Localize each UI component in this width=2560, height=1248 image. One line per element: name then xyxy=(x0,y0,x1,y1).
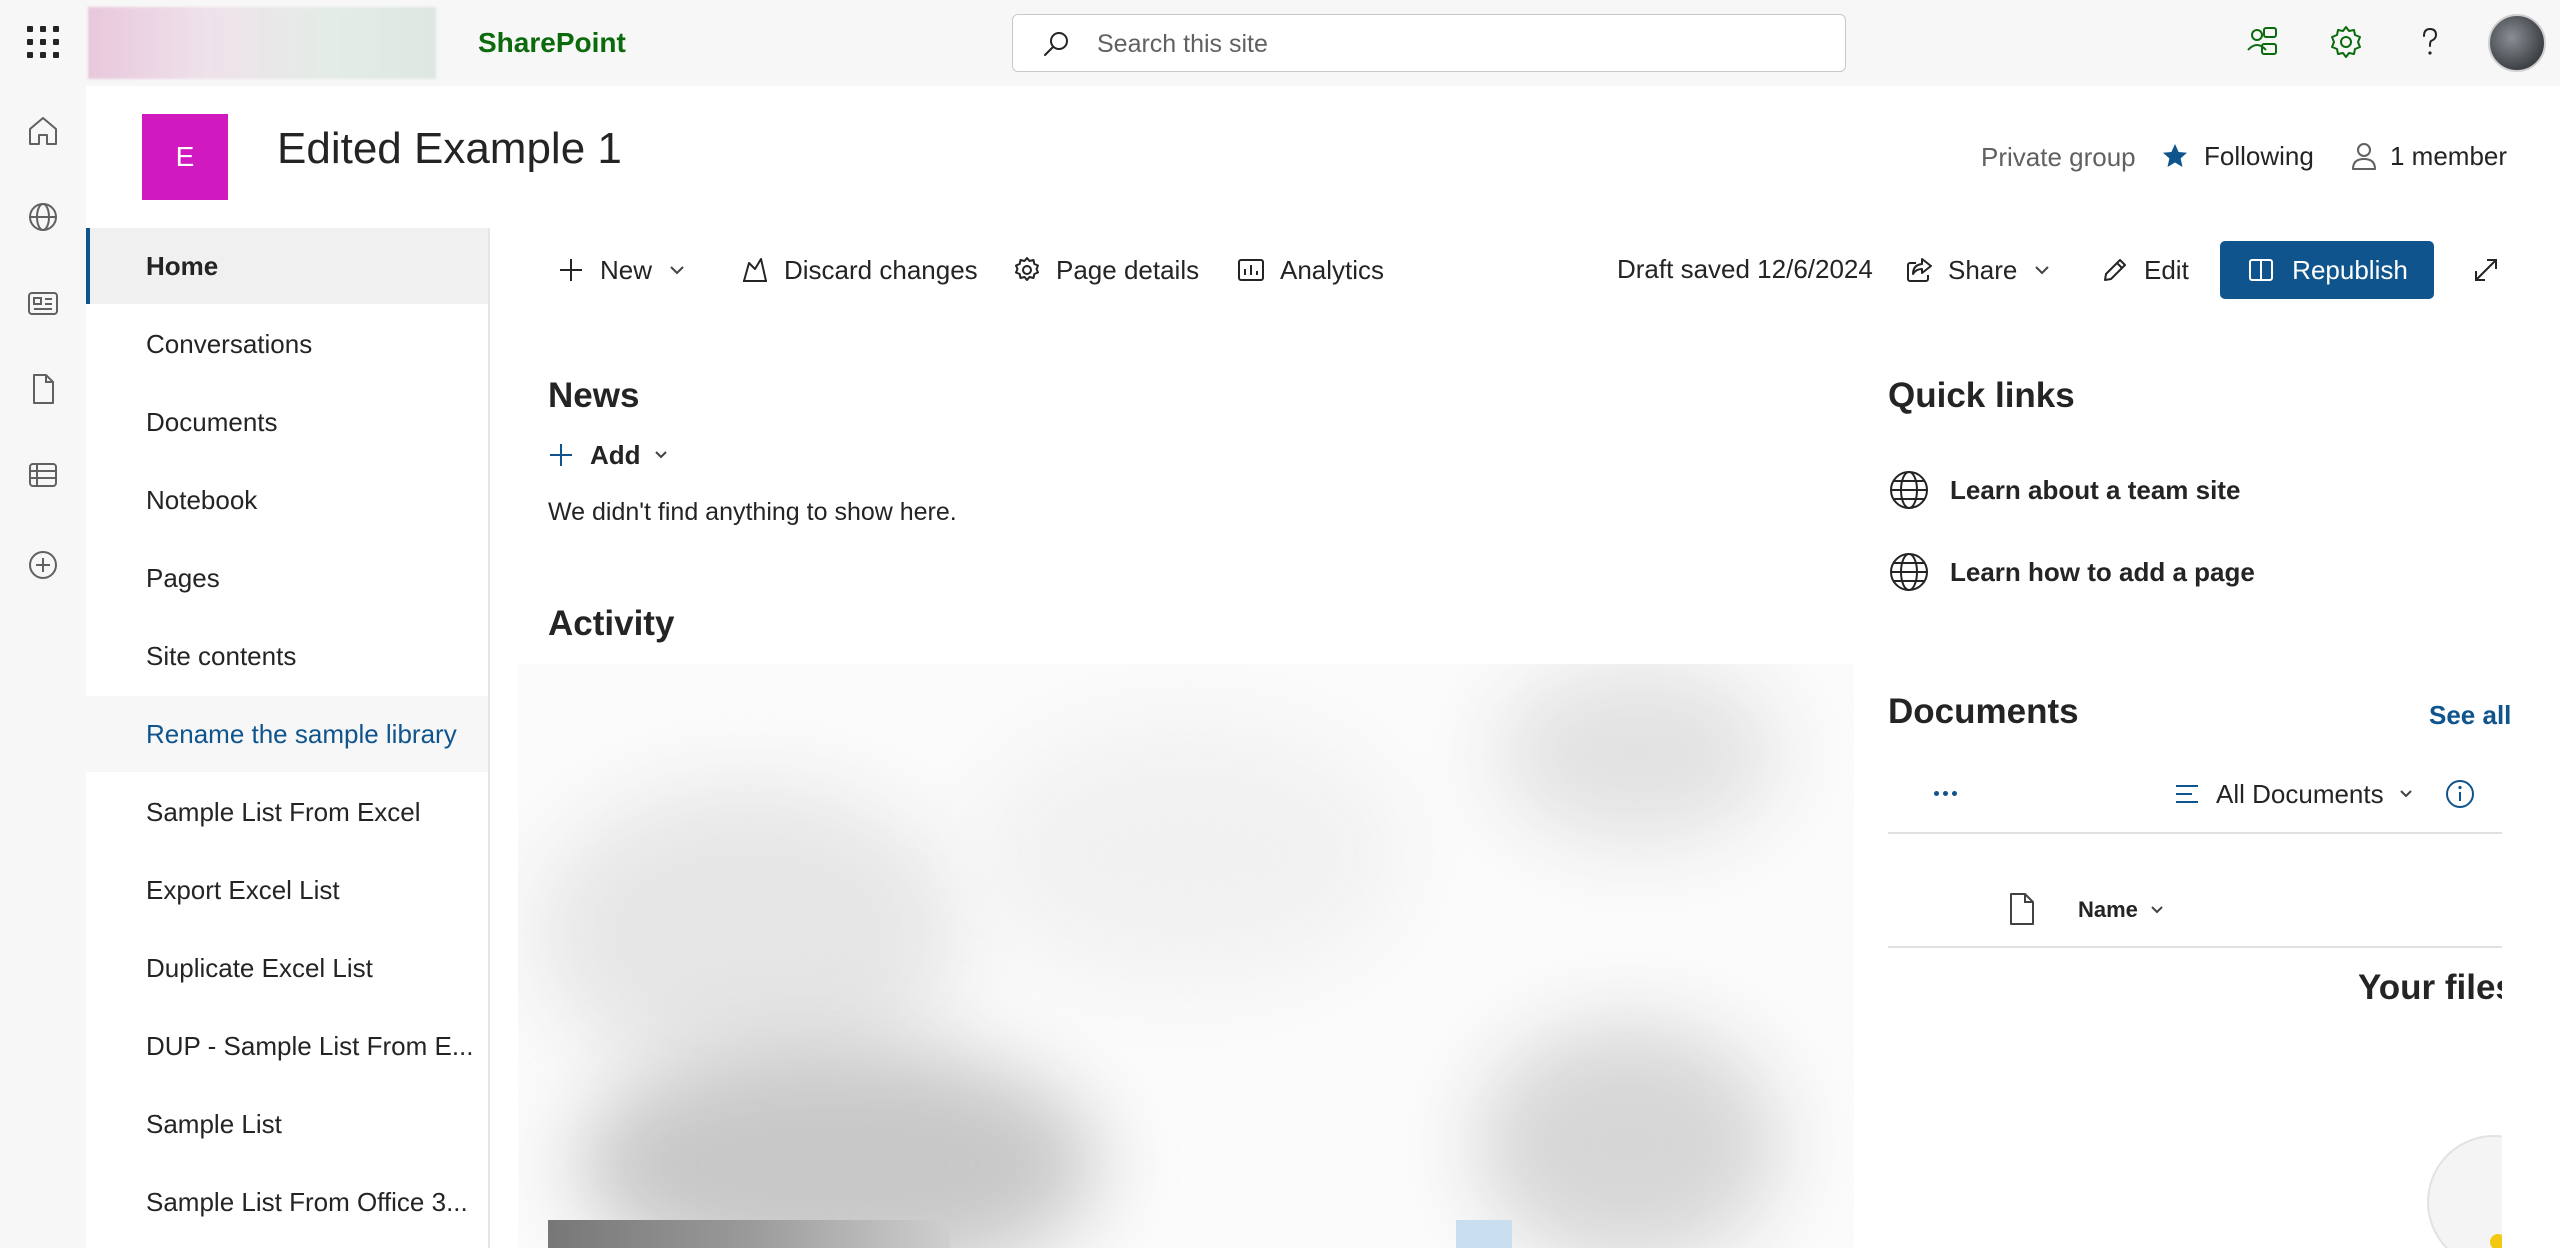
help-icon[interactable] xyxy=(2410,22,2450,62)
new-label: New xyxy=(600,254,653,285)
app-rail xyxy=(0,86,86,1248)
app-launcher-icon[interactable] xyxy=(20,20,64,64)
chevron-down-icon xyxy=(2035,266,2050,275)
home-icon[interactable] xyxy=(24,112,62,150)
nav-item-sample-list-excel[interactable]: Sample List From Excel xyxy=(86,774,488,850)
discard-icon xyxy=(743,258,767,282)
gear-icon[interactable] xyxy=(2326,22,2366,62)
pencil-icon xyxy=(2104,259,2126,281)
share-button[interactable]: Share xyxy=(1904,248,2051,292)
nav-item-dup-sample-list[interactable]: DUP - Sample List From E... xyxy=(86,1008,488,1084)
divider xyxy=(1888,832,2502,834)
draft-status: Draft saved 12/6/2024 xyxy=(1617,254,1873,284)
members-button[interactable]: 1 member xyxy=(2350,136,2507,176)
discard-label: Discard changes xyxy=(784,254,978,285)
list-icon[interactable] xyxy=(24,456,62,494)
nav-item-home[interactable]: Home xyxy=(86,228,488,304)
view-selector[interactable]: All Documents xyxy=(2172,776,2414,812)
nav-item-pages[interactable]: Pages xyxy=(86,540,488,616)
new-button[interactable]: New xyxy=(556,248,686,292)
quick-link-team-site[interactable]: Learn about a team site xyxy=(1888,468,2240,512)
discard-changes-button[interactable]: Discard changes xyxy=(740,248,978,292)
name-column-label: Name xyxy=(2078,897,2138,922)
nav-item-conversations[interactable]: Conversations xyxy=(86,306,488,382)
nav-item-export-excel-list[interactable]: Export Excel List xyxy=(86,852,488,928)
name-column-header[interactable]: Name xyxy=(2078,896,2164,924)
documents-heading: Documents xyxy=(1888,692,2079,731)
empty-state-illustration xyxy=(2427,1135,2502,1248)
add-circle-icon[interactable] xyxy=(24,546,62,584)
plus-icon xyxy=(560,259,582,281)
news-heading: News xyxy=(548,376,640,415)
edit-button[interactable]: Edit xyxy=(2100,248,2189,292)
site-title[interactable]: Edited Example 1 xyxy=(277,124,622,174)
search-box[interactable] xyxy=(1012,14,1846,72)
gear-icon xyxy=(1015,257,1039,281)
view-list-icon xyxy=(2176,785,2198,803)
add-label: Add xyxy=(590,439,641,470)
globe-icon xyxy=(1890,553,1928,591)
analytics-button[interactable]: Analytics xyxy=(1236,248,1384,292)
republish-label: Republish xyxy=(2292,254,2408,285)
activity-feed[interactable] xyxy=(518,664,1854,1248)
divider xyxy=(1888,946,2502,948)
nav-item-duplicate-excel-list[interactable]: Duplicate Excel List xyxy=(86,930,488,1006)
nav-item-notebook[interactable]: Notebook xyxy=(86,462,488,538)
search-input[interactable] xyxy=(1097,25,1817,63)
page-details-button[interactable]: Page details xyxy=(1012,248,1199,292)
analytics-label: Analytics xyxy=(1280,254,1385,285)
privacy-label: Private group xyxy=(1981,142,2136,172)
file-type-icon xyxy=(2010,893,2034,925)
avatar[interactable] xyxy=(2488,14,2546,72)
organization-logo[interactable] xyxy=(88,7,436,79)
quick-link-label: Learn about a team site xyxy=(1950,474,2241,505)
search-icon xyxy=(1044,32,1068,56)
star-filled-icon xyxy=(2163,144,2187,167)
following-label: Following xyxy=(2204,140,2314,171)
page-details-label: Page details xyxy=(1056,254,1200,285)
activity-card-thumbnail[interactable] xyxy=(548,1220,950,1248)
site-logo-tile[interactable]: E xyxy=(142,114,228,200)
members-label: 1 member xyxy=(2390,140,2508,171)
nav-item-sample-list[interactable]: Sample List xyxy=(86,1086,488,1162)
chevron-down-icon xyxy=(670,266,684,275)
quick-link-add-page[interactable]: Learn how to add a page xyxy=(1888,550,2255,594)
globe-icon xyxy=(1890,471,1928,509)
nav-item-documents[interactable]: Documents xyxy=(86,384,488,460)
site-navigation: Home Conversations Documents Notebook Pa… xyxy=(86,228,490,1248)
edit-label: Edit xyxy=(2144,254,2189,285)
see-all-link[interactable]: See all xyxy=(2429,700,2511,731)
republish-button[interactable]: Republish xyxy=(2220,241,2434,299)
book-open-icon xyxy=(2249,259,2274,281)
quick-links-heading: Quick links xyxy=(1888,376,2075,415)
news-empty-message: We didn't find anything to show here. xyxy=(548,498,957,526)
community-icon[interactable] xyxy=(2242,22,2282,62)
empty-state-heading: Your files xyxy=(2358,968,2502,1007)
expand-icon[interactable] xyxy=(2470,254,2502,286)
more-options-icon[interactable] xyxy=(1934,778,1964,808)
quick-link-label: Learn how to add a page xyxy=(1950,556,2255,587)
suite-bar: SharePoint xyxy=(0,0,2560,86)
news-icon[interactable] xyxy=(24,284,62,322)
chevron-down-icon xyxy=(2151,906,2163,914)
activity-card-thumbnail[interactable] xyxy=(1456,1220,1512,1248)
chevron-down-icon xyxy=(2399,790,2412,798)
analytics-icon xyxy=(1238,259,1264,281)
chevron-down-icon xyxy=(654,451,667,459)
nav-item-rename-library[interactable]: Rename the sample library xyxy=(86,696,488,772)
following-button[interactable]: Following xyxy=(2160,136,2314,176)
app-name[interactable]: SharePoint xyxy=(478,27,626,59)
activity-heading: Activity xyxy=(548,604,675,643)
add-news-button[interactable]: Add xyxy=(548,438,669,472)
share-label: Share xyxy=(1948,254,2018,285)
nav-item-sample-list-office[interactable]: Sample List From Office 3... xyxy=(86,1164,488,1240)
info-icon[interactable] xyxy=(2444,778,2476,810)
view-selector-label: All Documents xyxy=(2216,778,2384,809)
share-icon xyxy=(1907,258,1932,282)
person-icon xyxy=(2352,143,2376,170)
file-icon[interactable] xyxy=(24,370,62,408)
nav-item-site-contents[interactable]: Site contents xyxy=(86,618,488,694)
globe-icon[interactable] xyxy=(24,198,62,236)
plus-icon xyxy=(550,444,572,466)
